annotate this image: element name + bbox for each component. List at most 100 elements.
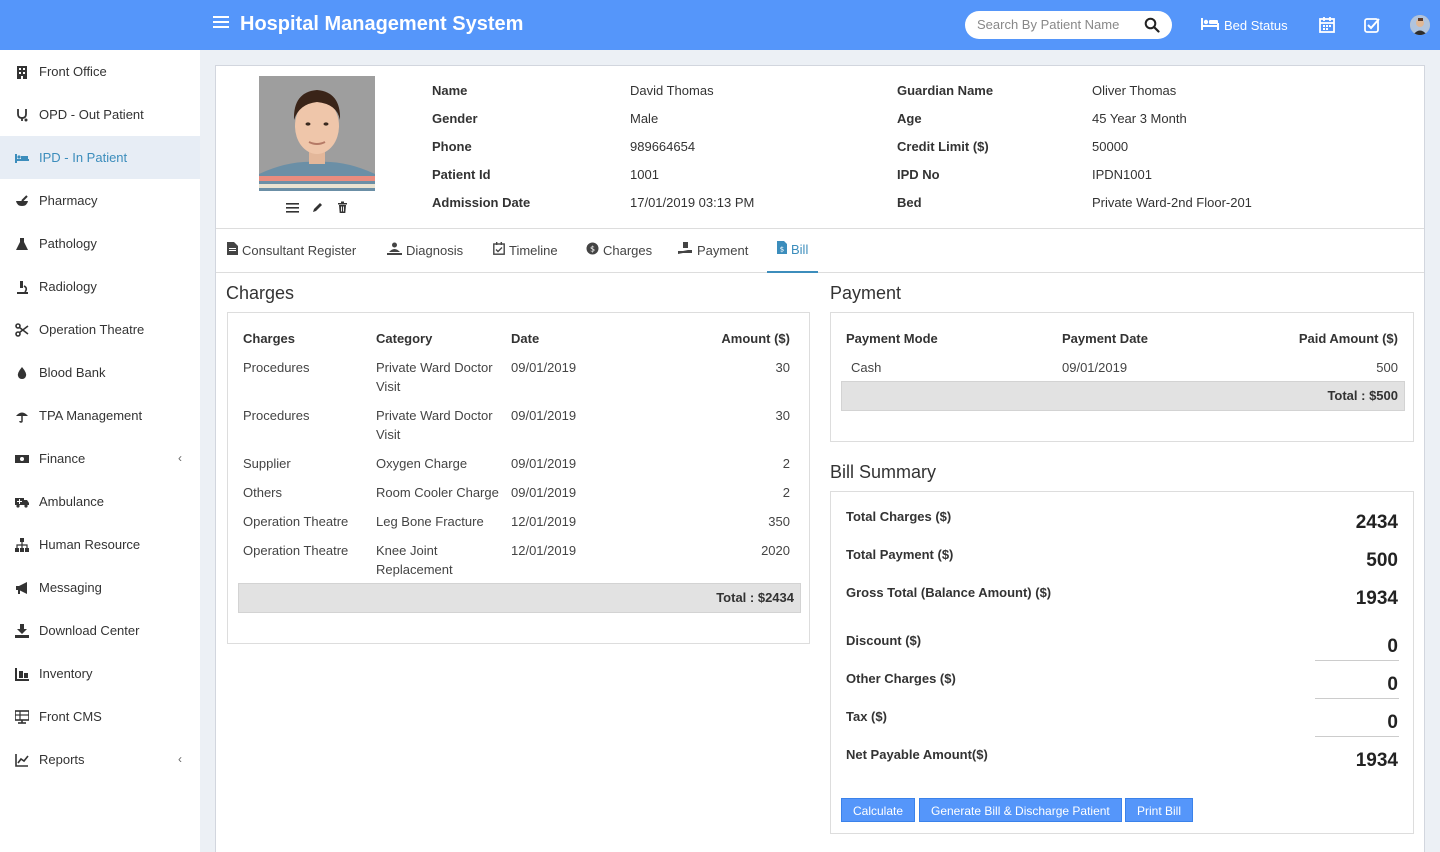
bill-summary-box: Total Charges ($) 2434 Total Payment ($)… (830, 491, 1414, 834)
download-icon (15, 623, 29, 638)
payment-table-box: Payment Mode Payment Date Paid Amount ($… (830, 312, 1414, 442)
menu-toggle-icon[interactable] (213, 16, 229, 32)
bed-icon (15, 151, 29, 165)
edit-pencil-icon[interactable] (311, 201, 324, 214)
sidebar-item-radiology[interactable]: Radiology (0, 265, 200, 308)
bed-status-label: Bed Status (1224, 18, 1288, 33)
amount-cell: 2020 (761, 543, 790, 558)
chevron-left-icon: ‹ (178, 752, 182, 766)
bill-summary-title: Bill Summary (830, 462, 937, 482)
sidebar-item-operation-theatre[interactable]: Operation Theatre (0, 308, 200, 351)
generate-bill-discharge-button[interactable]: Generate Bill & Discharge Patient (919, 798, 1122, 822)
discount-input[interactable]: 0 (1387, 636, 1398, 658)
sidebar-item-messaging[interactable]: Messaging (0, 566, 200, 609)
tab-timeline[interactable]: Timeline (493, 229, 558, 273)
patient-id-value: 1001 (630, 167, 659, 182)
stethoscope-icon (15, 108, 29, 122)
patient-photo (259, 76, 375, 191)
patient-bill-panel: Name David Thomas Gender Male Phone 9896… (215, 65, 1425, 852)
payment-date-cell: 09/01/2019 (1062, 360, 1128, 375)
name-value: David Thomas (630, 83, 714, 98)
sidebar-item-front-office[interactable]: Front Office (0, 50, 200, 93)
amount-cell: 2 (782, 485, 790, 500)
tab-payment[interactable]: Payment (678, 229, 748, 273)
sidebar-item-front-cms[interactable]: Front CMS (0, 695, 200, 738)
tab-diagnosis[interactable]: Diagnosis (387, 229, 463, 273)
category-cell: Private Ward Doctor Visit (376, 360, 493, 394)
svg-text:$: $ (590, 245, 595, 254)
sidebar-item-tpa-management[interactable]: TPA Management (0, 394, 200, 437)
sidebar-item-reports[interactable]: Reports ‹ (0, 738, 200, 781)
tax-underline (1315, 736, 1399, 737)
patient-search-input[interactable] (977, 17, 1137, 32)
menu-list-icon[interactable] (286, 201, 299, 214)
paid-amount-header: Paid Amount ($) (1298, 331, 1398, 346)
chevron-left-icon: ‹ (178, 451, 182, 465)
other-charges-label: Other Charges ($) (846, 671, 956, 686)
date-col-header: Date (511, 331, 540, 346)
charge-cell: Others (243, 485, 283, 500)
ipd-no-label: IPD No (897, 167, 940, 182)
sidebar-item-inventory[interactable]: Inventory (0, 652, 200, 695)
sidebar-item-download-center[interactable]: Download Center (0, 609, 200, 652)
tab-label: Timeline (509, 243, 558, 258)
bed-label: Bed (897, 195, 922, 210)
sidebar-item-finance[interactable]: Finance ‹ (0, 437, 200, 480)
hand-money-icon (678, 230, 693, 272)
ambulance-icon (15, 495, 29, 509)
guardian-name-value: Oliver Thomas (1092, 83, 1177, 98)
net-payable-label: Net Payable Amount($) (846, 747, 988, 762)
total-charges-label: Total Charges ($) (846, 509, 952, 524)
date-cell: 09/01/2019 (511, 408, 577, 423)
trash-icon[interactable] (336, 201, 349, 214)
other-charges-input[interactable]: 0 (1387, 674, 1398, 696)
search-icon[interactable] (1144, 17, 1160, 33)
category-cell: Oxygen Charge (376, 456, 468, 471)
guardian-name-label: Guardian Name (897, 83, 994, 98)
amount-col-header: Amount ($) (721, 331, 790, 346)
sidebar-item-human-resource[interactable]: Human Resource (0, 523, 200, 566)
sidebar-item-label: Front Office (39, 64, 107, 79)
discount-underline (1315, 660, 1399, 661)
payment-total: Total : $500 (841, 381, 1405, 411)
sidebar-item-label: Pathology (39, 236, 97, 251)
sidebar-item-opd[interactable]: OPD - Out Patient (0, 93, 200, 136)
date-cell: 12/01/2019 (511, 514, 577, 529)
tax-input[interactable]: 0 (1387, 712, 1398, 734)
sidebar-item-ipd[interactable]: IPD - In Patient (0, 136, 200, 179)
sidebar-item-label: Messaging (39, 580, 102, 595)
credit-limit-label: Credit Limit ($) (897, 139, 989, 154)
task-check-icon[interactable] (1363, 16, 1381, 34)
tab-consultant-register[interactable]: Consultant Register (227, 229, 356, 273)
print-bill-button[interactable]: Print Bill (1125, 798, 1194, 822)
payment-mode-cell: Cash (851, 360, 882, 375)
user-avatar[interactable] (1410, 15, 1430, 35)
sidebar-item-pharmacy[interactable]: Pharmacy (0, 179, 200, 222)
sidebar-item-blood-bank[interactable]: Blood Bank (0, 351, 200, 394)
sidebar-item-label: Reports (39, 752, 85, 767)
sidebar-item-label: Radiology (39, 279, 97, 294)
gender-label: Gender (432, 111, 478, 126)
category-col-header: Category (376, 331, 433, 346)
bed-status-link[interactable]: Bed Status (1200, 17, 1288, 34)
sidebar-item-ambulance[interactable]: Ambulance (0, 480, 200, 523)
charges-col-header: Charges (243, 331, 296, 346)
tab-charges[interactable]: $ Charges (586, 229, 652, 273)
svg-text:$: $ (780, 246, 784, 254)
tab-bill[interactable]: $ Bill (767, 229, 819, 273)
sidebar-item-label: OPD - Out Patient (39, 107, 144, 122)
other-charges-underline (1315, 698, 1399, 699)
calculate-button[interactable]: Calculate (841, 798, 916, 822)
bed-icon (1200, 17, 1220, 34)
sidebar-item-pathology[interactable]: Pathology (0, 222, 200, 265)
category-cell: Room Cooler Charge (376, 485, 499, 500)
sidebar-item-label: IPD - In Patient (39, 150, 128, 165)
flask-icon (15, 237, 29, 251)
ipd-no-value: IPDN1001 (1092, 167, 1152, 182)
total-charges-value: 2434 (1355, 512, 1398, 533)
patient-id-label: Patient Id (432, 167, 491, 182)
calendar-icon[interactable] (1318, 16, 1336, 34)
charge-cell: Operation Theatre (243, 514, 349, 529)
total-payment-label: Total Payment ($) (846, 547, 954, 562)
money-icon (15, 452, 29, 466)
